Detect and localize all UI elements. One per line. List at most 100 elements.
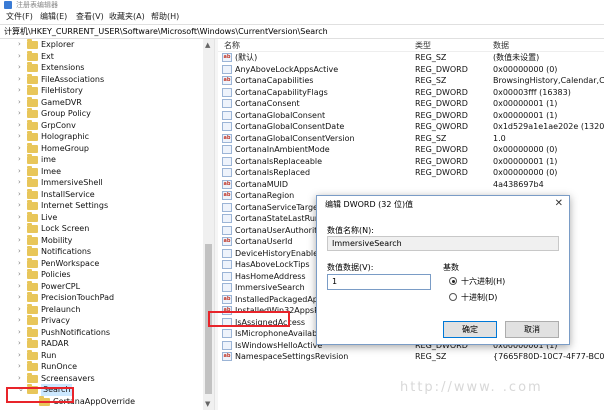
hex-radio[interactable]: 十六进制(H) [449,276,559,287]
tree-item[interactable]: › Live [0,211,214,224]
chevron-right-icon[interactable]: › [18,305,26,314]
value-row[interactable]: ab CortanaGlobalConsentVersion REG_SZ 1.0 [218,133,604,145]
chevron-right-icon[interactable]: › [18,316,26,325]
tree-item[interactable]: › PenWorkspace [0,257,214,270]
value-row[interactable]: CortanaGlobalConsentDate REG_QWORD 0x1d529… [218,121,604,133]
tree-item[interactable]: › Lock Screen [0,223,214,235]
value-row[interactable]: ab NamespaceSettingsRevision REG_SZ {7665F8… [218,351,604,363]
chevron-right-icon[interactable]: › [18,121,26,130]
chevron-right-icon[interactable]: › [18,351,26,360]
tree-item[interactable]: › Privacy [0,315,214,327]
value-row[interactable]: AnyAboveLockAppsActive REG_DWORD 0x0000000… [218,64,604,76]
tree-item[interactable]: › ime [0,154,214,166]
folder-icon [27,119,38,130]
tree-item[interactable]: › ImmersiveShell [0,177,214,189]
chevron-right-icon[interactable]: › [18,362,26,371]
column-type[interactable]: 类型 [415,39,431,52]
chevron-right-icon[interactable]: › [18,109,26,118]
chevron-right-icon[interactable]: › [18,178,26,187]
tree-item[interactable]: › Explorer [0,39,214,51]
chevron-right-icon[interactable]: › [18,236,26,245]
chevron-right-icon[interactable]: › [18,63,26,72]
chevron-right-icon[interactable]: › [18,201,26,210]
tree-item[interactable]: › GrpConv [0,119,214,132]
tree-item[interactable]: › InstallService [0,188,214,201]
value-row[interactable]: ab CortanaMUID 4a438697b4 [218,179,604,191]
chevron-right-icon[interactable]: › [18,328,26,337]
chevron-right-icon[interactable]: › [18,247,26,256]
chevron-right-icon[interactable]: › [18,86,26,95]
tree-item[interactable]: › PowerCPL [0,280,214,293]
chevron-right-icon[interactable]: › [18,293,26,302]
menu-view[interactable]: 查看(V) [76,10,104,24]
tree-item[interactable]: › Notifications [0,246,214,258]
tree-item[interactable]: › FileAssociations [0,73,214,86]
value-row[interactable]: CortanaConsent REG_DWORD 0x00000001 (1) [218,98,604,110]
tree-item[interactable]: › HomeGroup [0,142,214,155]
tree-item[interactable]: › Mobility [0,234,214,247]
value-data-input[interactable]: 1 [327,274,431,290]
value-name: IsMicrophoneAvailable [235,329,325,338]
tree-item[interactable]: › Holographic [0,131,214,143]
address-path[interactable]: 计算机\HKEY_CURRENT_USER\Software\Microsoft… [4,25,328,39]
scroll-up-arrow-icon[interactable]: ▲ [205,41,210,49]
chevron-right-icon[interactable]: › [18,98,26,107]
binary-value-icon [222,168,232,177]
tree-scrollbar[interactable]: ▲ ▼ [203,39,214,410]
value-row[interactable]: CortanaIsReplaceable REG_DWORD 0x00000001 … [218,156,604,168]
chevron-right-icon[interactable]: › [18,339,26,348]
value-row[interactable]: ab (默认) REG_SZ (数值未设置) [218,52,604,64]
column-name[interactable]: 名称 [224,39,240,52]
chevron-right-icon[interactable]: › [18,213,26,222]
tree-item[interactable]: › Prelaunch [0,303,214,316]
chevron-right-icon[interactable]: › [18,270,26,279]
value-row[interactable]: CortanaGlobalConsent REG_DWORD 0x00000001 … [218,110,604,122]
chevron-right-icon[interactable]: › [18,259,26,268]
chevron-right-icon[interactable]: › [18,224,26,233]
chevron-right-icon[interactable]: › [18,374,26,383]
scroll-down-arrow-icon[interactable]: ▼ [205,400,210,408]
tree-item[interactable]: › RunOnce [0,361,214,373]
tree-item[interactable]: › Screensavers [0,372,214,385]
string-value-icon: ab [222,237,232,246]
chevron-right-icon[interactable]: › [18,132,26,141]
tree-item[interactable]: › Ext [0,50,214,63]
value-row[interactable]: CortanaCapabilityFlags REG_DWORD 0x00003ff… [218,87,604,99]
tree-item[interactable]: › FileHistory [0,85,214,97]
address-bar[interactable]: 计算机\HKEY_CURRENT_USER\Software\Microsoft… [0,24,604,39]
tree-item[interactable]: › Run [0,349,214,362]
chevron-right-icon[interactable]: › [18,144,26,153]
folder-icon [27,108,38,118]
tree-item[interactable]: › Imee [0,165,214,178]
tree-item[interactable]: › PushNotifications [0,326,214,339]
chevron-right-icon[interactable]: › [18,155,26,164]
ok-button[interactable]: 确定 [443,321,497,338]
close-icon[interactable]: ✕ [555,199,563,209]
chevron-right-icon[interactable]: › [18,75,26,84]
chevron-right-icon[interactable]: › [18,40,26,49]
value-name: ImmersiveSearch [235,283,305,292]
chevron-right-icon[interactable]: › [18,52,26,61]
dec-radio[interactable]: 十进制(D) [449,292,559,303]
value-name: CortanaServiceTarget [235,202,322,212]
chevron-right-icon[interactable]: › [18,190,26,199]
column-data[interactable]: 数据 [493,39,509,52]
value-row[interactable]: CortanaIsReplaced REG_DWORD 0x00000000 (0) [218,167,604,179]
chevron-right-icon[interactable]: › [18,167,26,176]
chevron-right-icon[interactable]: › [18,282,26,291]
menu-help[interactable]: 帮助(H) [151,10,179,24]
menu-file[interactable]: 文件(F) [6,10,33,24]
tree-item[interactable]: › RADAR [0,338,214,350]
tree-item[interactable]: › PrecisionTouchPad [0,292,214,304]
menu-edit[interactable]: 编辑(E) [40,10,67,24]
value-row[interactable]: CortanaInAmbientMode REG_DWORD 0x00000000 … [218,144,604,156]
tree-item[interactable]: › GameDVR [0,96,214,109]
value-name: CortanaIsReplaceable [235,156,323,166]
value-row[interactable]: ab CortanaCapabilities REG_SZ BrowsingHisto… [218,75,604,87]
tree-item[interactable]: › Internet Settings [0,200,214,212]
tree-item[interactable]: › Policies [0,269,214,281]
tree-item[interactable]: › Extensions [0,62,214,74]
tree-item[interactable]: › Group Policy [0,108,214,120]
menu-favorites[interactable]: 收藏夹(A) [109,10,145,24]
cancel-button[interactable]: 取消 [505,321,559,338]
